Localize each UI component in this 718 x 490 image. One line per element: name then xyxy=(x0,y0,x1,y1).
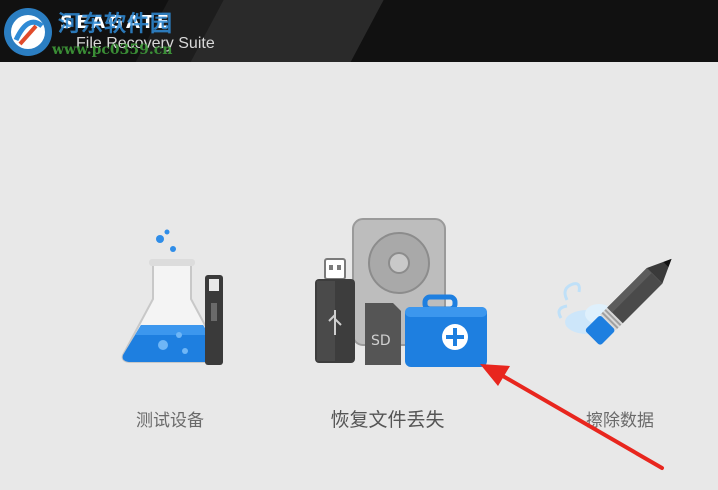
header-bar: SEAGATE File Recovery Suite 河东软件园 www.pc… xyxy=(0,0,718,62)
flask-icon xyxy=(121,229,223,365)
sd-card-text: SD xyxy=(371,333,391,349)
recover-lost-files-option[interactable]: SD 恢复文件丢失 xyxy=(295,205,487,435)
watermark-url: www.pc0359.cn xyxy=(52,42,173,58)
pencil-eraser-icon xyxy=(557,258,672,345)
annotation-arrow-icon xyxy=(480,364,664,470)
watermark-site-name: 河东软件园 xyxy=(58,12,174,37)
test-device-option[interactable]: 测试设备 xyxy=(100,215,240,435)
recovery-devices-icon: SD xyxy=(315,218,487,367)
test-device-label: 测试设备 xyxy=(136,411,204,431)
recover-lost-files-label: 恢复文件丢失 xyxy=(330,409,445,431)
watermark-logo-icon xyxy=(4,8,52,56)
app-window: SEAGATE File Recovery Suite 河东软件园 www.pc… xyxy=(0,0,718,490)
